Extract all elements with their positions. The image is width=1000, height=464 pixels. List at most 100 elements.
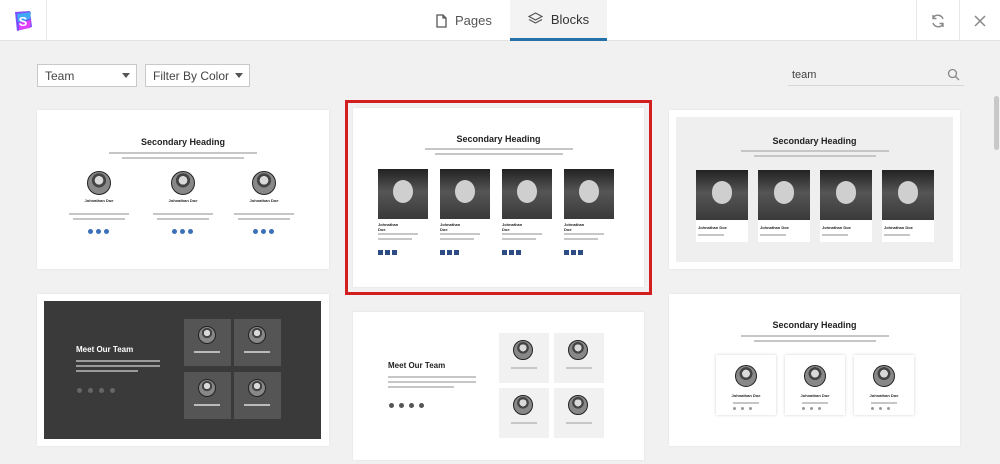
- tab-blocks[interactable]: Blocks: [509, 0, 608, 41]
- social-icon: [733, 407, 736, 410]
- social-icon: [269, 229, 274, 234]
- member-name: Johnathan Doe: [800, 393, 830, 398]
- text-line: [822, 234, 848, 236]
- text-line: [741, 335, 889, 337]
- member-avatar: [171, 171, 195, 195]
- member-avatar: [568, 395, 588, 415]
- social-icon: [419, 403, 424, 408]
- social-icon: [454, 250, 459, 255]
- member-name: Johnathan Doe: [869, 393, 899, 398]
- social-icon: [502, 250, 507, 255]
- document-icon: [436, 13, 447, 28]
- social-icon: [99, 388, 104, 393]
- member-avatar: [513, 340, 533, 360]
- social-icon: [261, 229, 266, 234]
- tab-pages[interactable]: Pages: [418, 0, 510, 41]
- text-line: [388, 376, 476, 378]
- sync-button[interactable]: [916, 0, 959, 41]
- text-line: [109, 152, 257, 154]
- card-heading: Secondary Heading: [140, 137, 226, 147]
- member-photo: [820, 170, 872, 220]
- member-name: Johnathan Doe: [84, 198, 114, 203]
- text-line: [73, 218, 125, 220]
- text-line: [76, 365, 160, 367]
- social-icon: [509, 250, 514, 255]
- social-icon: [409, 403, 414, 408]
- member-avatar: [804, 365, 826, 387]
- social-icon: [180, 229, 185, 234]
- close-button[interactable]: [959, 0, 1000, 41]
- block-card-team-5[interactable]: Meet Our Team: [353, 312, 644, 460]
- block-card-team-1[interactable]: Secondary Heading Johnathan Doe Johnatha…: [37, 110, 329, 269]
- social-icon: [879, 407, 882, 410]
- social-icon: [88, 229, 93, 234]
- text-line: [440, 238, 474, 240]
- text-line: [741, 150, 889, 152]
- social-icon: [378, 250, 383, 255]
- app-logo[interactable]: S: [0, 0, 47, 41]
- member-avatar: [248, 379, 266, 397]
- member-name: Johnathan Doe: [884, 225, 913, 230]
- category-select[interactable]: Team: [37, 64, 137, 87]
- block-card-team-4[interactable]: Meet Our Team: [37, 294, 329, 446]
- member-photo: [564, 169, 614, 219]
- refresh-icon: [932, 14, 944, 27]
- block-card-team-3[interactable]: Secondary Heading Johnathan Doe Johnatha…: [669, 110, 960, 269]
- text-line: [733, 402, 759, 404]
- social-icon: [392, 250, 397, 255]
- text-line: [871, 402, 897, 404]
- text-line: [157, 218, 209, 220]
- social-icon: [385, 250, 390, 255]
- tab-pages-label: Pages: [455, 13, 492, 28]
- color-filter-select[interactable]: Filter By Color: [145, 64, 250, 87]
- category-select-value: Team: [45, 68, 75, 83]
- member-name: Johnathan Doe: [564, 222, 585, 232]
- member-name: Johnathan Doe: [731, 393, 761, 398]
- text-line: [76, 370, 138, 372]
- block-card-team-2[interactable]: Secondary Heading Johnathan Doe Johnatha…: [345, 100, 652, 295]
- svg-text:S: S: [19, 14, 28, 29]
- card-heading: Secondary Heading: [456, 134, 541, 144]
- text-line: [388, 381, 476, 383]
- social-icon: [253, 229, 258, 234]
- text-line: [378, 238, 412, 240]
- layers-icon: [527, 12, 543, 24]
- social-icon: [172, 229, 177, 234]
- member-photo: [502, 169, 552, 219]
- social-icon: [110, 388, 115, 393]
- member-name: Johnathan Doe: [378, 222, 399, 232]
- member-name: Johnathan Doe: [760, 225, 789, 230]
- block-card-team-6[interactable]: Secondary Heading Johnathan Doe Johnatha…: [669, 294, 960, 446]
- text-line: [435, 153, 563, 155]
- text-line: [425, 148, 573, 150]
- card-title: Meet Our Team: [388, 361, 446, 370]
- search-input[interactable]: team: [788, 64, 964, 86]
- text-line: [388, 386, 454, 388]
- member-name: Johnathan Doe: [822, 225, 851, 230]
- social-icon: [578, 250, 583, 255]
- search-input-value: team: [792, 68, 817, 81]
- social-icon: [564, 250, 569, 255]
- social-icon: [389, 403, 394, 408]
- social-icon: [188, 229, 193, 234]
- member-avatar: [513, 395, 533, 415]
- card-heading: Secondary Heading: [772, 136, 857, 146]
- social-icon: [516, 250, 521, 255]
- close-icon: [974, 14, 986, 27]
- social-icon: [741, 407, 744, 410]
- social-icon: [749, 407, 752, 410]
- text-line: [153, 213, 213, 215]
- text-line: [802, 402, 828, 404]
- member-photo: [378, 169, 428, 219]
- text-line: [440, 233, 480, 235]
- text-line: [69, 213, 129, 215]
- member-avatar: [198, 326, 216, 344]
- text-line: [884, 234, 910, 236]
- card-title: Meet Our Team: [76, 345, 134, 354]
- member-avatar: [873, 365, 895, 387]
- scrollbar-thumb[interactable]: [994, 96, 999, 150]
- social-icon: [887, 407, 890, 410]
- member-avatar: [568, 340, 588, 360]
- member-name: Johnathan Doe: [168, 198, 198, 203]
- text-line: [502, 233, 542, 235]
